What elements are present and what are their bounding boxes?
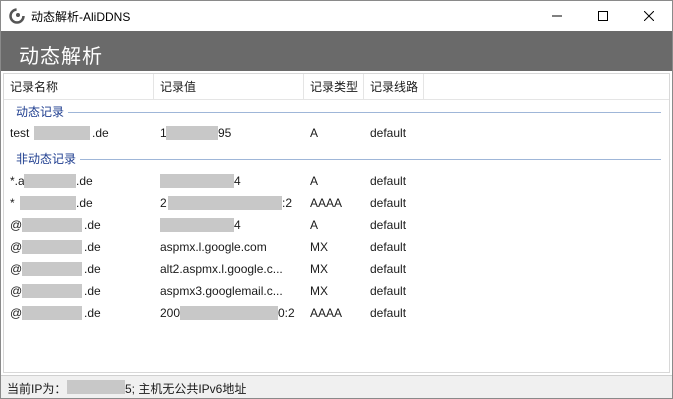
- record-value: alt2.aspmx.l.google.c...: [160, 262, 283, 276]
- record-line: default: [370, 196, 407, 210]
- group-label: 非动态记录: [16, 150, 81, 167]
- record-name: @ .de: [10, 284, 101, 298]
- record-name: @ .de: [10, 262, 101, 276]
- title-bar[interactable]: 动态解析-AliDDNS: [1, 1, 672, 31]
- column-header-type[interactable]: 记录类型: [304, 74, 364, 100]
- table-row[interactable]: @ .de aspmx.l.google.com MX default: [4, 236, 669, 258]
- maximize-button[interactable]: [580, 1, 626, 31]
- record-line: default: [370, 218, 407, 232]
- status-bar: 当前IP为： 5; 主机无公共IPv6地址: [1, 375, 672, 398]
- column-header-name[interactable]: 记录名称: [4, 74, 154, 100]
- record-name: *.a .de: [10, 174, 93, 188]
- table-row[interactable]: @ .de 200 0:2 AAAA default: [4, 302, 669, 324]
- table-row[interactable]: @ .de alt2.aspmx.l.google.c... MX default: [4, 258, 669, 280]
- group-divider: [80, 159, 661, 160]
- record-line: default: [370, 174, 407, 188]
- record-value: aspmx.l.google.com: [160, 240, 267, 254]
- record-type: A: [310, 174, 319, 188]
- table-row[interactable]: @ .de 4 A default: [4, 214, 669, 236]
- status-ip-info: 5; 主机无公共IPv6地址: [125, 382, 247, 396]
- redacted-ip: [67, 380, 125, 394]
- record-value: 1 95: [160, 126, 232, 140]
- record-type: AAAA: [310, 196, 343, 210]
- minimize-button[interactable]: [534, 1, 580, 31]
- app-window: 动态解析-AliDDNS 动态解析 记录名称 记录值 记录类型 记录线路 动态记…: [0, 0, 673, 399]
- record-name: @ .de: [10, 240, 101, 254]
- window-title: 动态解析-AliDDNS: [31, 10, 131, 24]
- record-type: AAAA: [310, 306, 343, 320]
- maximize-icon: [598, 11, 608, 21]
- table-row[interactable]: * .de 2:2 AAAA default: [4, 192, 669, 214]
- record-value: 4: [160, 214, 300, 236]
- header-banner: 动态解析: [1, 31, 672, 71]
- status-ip-label: 当前IP为：: [7, 382, 67, 396]
- record-name: test .de: [10, 126, 109, 140]
- column-header-value[interactable]: 记录值: [154, 74, 304, 100]
- group-dynamic-records[interactable]: 动态记录: [4, 103, 669, 121]
- record-value: aspmx3.googlemail.c...: [160, 284, 283, 298]
- record-line: default: [370, 126, 407, 140]
- group-divider: [68, 112, 661, 113]
- record-type: MX: [310, 284, 328, 298]
- table-row[interactable]: *.a .de 4 A default: [4, 170, 669, 192]
- record-name: @ .de: [10, 306, 101, 320]
- record-value: 4: [160, 170, 300, 192]
- group-label: 动态记录: [16, 103, 69, 120]
- page-title: 动态解析: [19, 46, 103, 68]
- record-line: default: [370, 240, 407, 254]
- record-line: default: [370, 284, 407, 298]
- record-type: A: [310, 218, 319, 232]
- group-static-records[interactable]: 非动态记录: [4, 150, 669, 168]
- table-row[interactable]: test .de 1 95 A default: [4, 122, 669, 144]
- aliddns-logo-icon: [9, 8, 25, 24]
- table-row[interactable]: @ .de aspmx3.googlemail.c... MX default: [4, 280, 669, 302]
- record-value: 200 0:2: [160, 306, 295, 320]
- record-type: MX: [310, 240, 328, 254]
- records-list[interactable]: 记录名称 记录值 记录类型 记录线路 动态记录 test .de 1 95 A de…: [3, 73, 670, 373]
- column-header: 记录名称 记录值 记录类型 记录线路: [4, 74, 669, 100]
- close-button[interactable]: [626, 1, 672, 31]
- record-line: default: [370, 262, 407, 276]
- record-name: @ .de: [10, 218, 101, 232]
- record-line: default: [370, 306, 407, 320]
- record-type: MX: [310, 262, 328, 276]
- column-header-line[interactable]: 记录线路: [364, 74, 424, 100]
- record-name: * .de: [10, 196, 93, 210]
- minimize-icon: [552, 15, 562, 17]
- record-type: A: [310, 126, 319, 140]
- close-icon: [644, 11, 654, 21]
- record-value: 2:2: [160, 196, 293, 210]
